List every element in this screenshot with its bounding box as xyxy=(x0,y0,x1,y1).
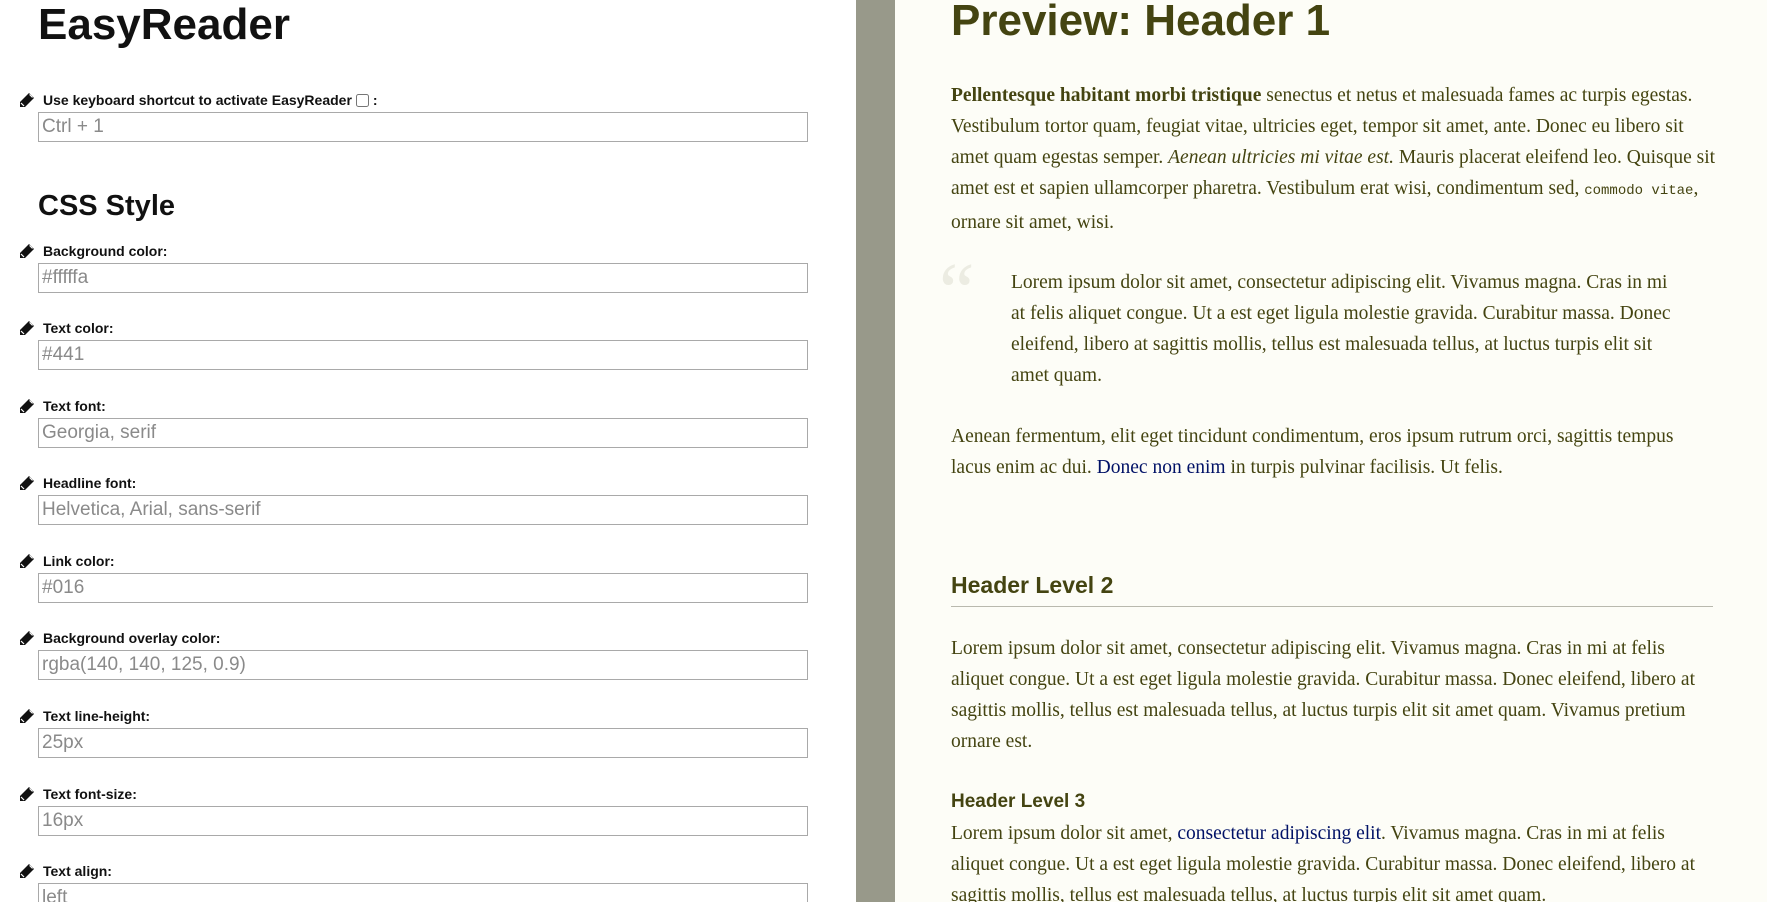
preview-paragraph-3: Lorem ipsum dolor sit amet, consectetur … xyxy=(951,638,1695,752)
preview-header-3: Header Level 3 xyxy=(951,791,1086,812)
preview-italic-text: Aenean ultricies mi vitae est. xyxy=(1168,147,1394,168)
background-color-field: Background color: xyxy=(18,241,808,301)
font-size-label: Text font-size: xyxy=(43,786,137,802)
link-color-field: Link color: xyxy=(18,551,808,611)
headline-font-label-row: Headline font: xyxy=(18,473,136,493)
text-font-input[interactable] xyxy=(38,418,808,448)
preview-paragraph-4: Lorem ipsum dolor sit amet, consectetur … xyxy=(951,818,1717,902)
overlay-color-label-row: Background overlay color: xyxy=(18,628,220,648)
shortcut-label-row: Use keyboard shortcut to activate EasyRe… xyxy=(18,90,378,110)
shortcut-label-suffix: : xyxy=(372,92,378,108)
text-align-label-row: Text align: xyxy=(18,861,112,881)
text-align-field: Text align: xyxy=(18,861,808,902)
link-color-label: Link color: xyxy=(43,553,115,569)
text-font-label-row: Text font: xyxy=(18,396,106,416)
text-color-label-row: Text color: xyxy=(18,318,114,338)
overlay-color-label: Background overlay color: xyxy=(43,630,221,646)
preview-p2-text-2: in turpis pulvinar facilisis. Ut felis. xyxy=(1225,457,1503,478)
shortcut-enable-checkbox[interactable] xyxy=(355,93,369,107)
font-size-field: Text font-size: xyxy=(18,784,808,844)
pencil-icon xyxy=(18,242,36,260)
background-color-input[interactable] xyxy=(38,263,808,293)
preview-header-1: Preview: Header 1 xyxy=(951,0,1331,45)
settings-panel: EasyReader Use keyboard shortcut to acti… xyxy=(0,0,856,902)
pencil-icon xyxy=(18,474,36,492)
app-title: EasyReader xyxy=(38,0,290,49)
background-color-label-row: Background color: xyxy=(18,241,167,261)
headline-font-field: Headline font: xyxy=(18,473,808,533)
preview-paragraph-1: Pellentesque habitant morbi tristique se… xyxy=(951,80,1717,238)
headline-font-label: Headline font: xyxy=(43,475,137,491)
text-font-label: Text font: xyxy=(43,398,106,414)
line-height-label: Text line-height: xyxy=(43,708,151,724)
font-size-label-row: Text font-size: xyxy=(18,784,137,804)
preview-p4-text-1: Lorem ipsum dolor sit amet, xyxy=(951,823,1178,844)
text-font-field: Text font: xyxy=(18,396,808,456)
pencil-icon xyxy=(18,862,36,880)
shortcut-field: Use keyboard shortcut to activate EasyRe… xyxy=(18,90,808,150)
pencil-icon xyxy=(18,629,36,647)
link-color-input[interactable] xyxy=(38,573,808,603)
shortcut-label: Use keyboard shortcut to activate EasyRe… xyxy=(43,92,352,108)
link-color-label-row: Link color: xyxy=(18,551,115,571)
background-color-label: Background color: xyxy=(43,243,168,259)
shortcut-input[interactable] xyxy=(38,112,808,142)
overlay-color-input[interactable] xyxy=(38,650,808,680)
pencil-icon xyxy=(18,397,36,415)
preview-link-donec[interactable]: Donec non enim xyxy=(1097,457,1226,478)
pencil-icon xyxy=(18,785,36,803)
preview-bold-text: Pellentesque habitant morbi tristique xyxy=(951,85,1262,106)
overlay-divider xyxy=(856,0,895,902)
quote-mark-icon: “ xyxy=(939,248,975,336)
pencil-icon xyxy=(18,552,36,570)
pencil-icon xyxy=(18,91,36,109)
line-height-input[interactable] xyxy=(38,728,808,758)
preview-paragraph-2: Aenean fermentum, elit eget tincidunt co… xyxy=(951,421,1717,483)
line-height-label-row: Text line-height: xyxy=(18,706,150,726)
text-align-label: Text align: xyxy=(43,863,112,879)
pencil-icon xyxy=(18,319,36,337)
preview-code-text: commodo vitae xyxy=(1584,183,1694,199)
text-color-input[interactable] xyxy=(38,340,808,370)
text-color-field: Text color: xyxy=(18,318,808,378)
pencil-icon xyxy=(18,707,36,725)
line-height-field: Text line-height: xyxy=(18,706,808,766)
preview-link-consectetur[interactable]: consectetur adipiscing elit xyxy=(1177,823,1381,844)
css-style-heading: CSS Style xyxy=(38,190,175,222)
preview-header-2: Header Level 2 xyxy=(951,570,1713,607)
headline-font-input[interactable] xyxy=(38,495,808,525)
font-size-input[interactable] xyxy=(38,806,808,836)
preview-blockquote: Lorem ipsum dolor sit amet, consectetur … xyxy=(1011,272,1671,386)
preview-panel: Preview: Header 1 Pellentesque habitant … xyxy=(895,0,1767,902)
text-align-input[interactable] xyxy=(38,883,808,902)
overlay-color-field: Background overlay color: xyxy=(18,628,808,688)
text-color-label: Text color: xyxy=(43,320,114,336)
